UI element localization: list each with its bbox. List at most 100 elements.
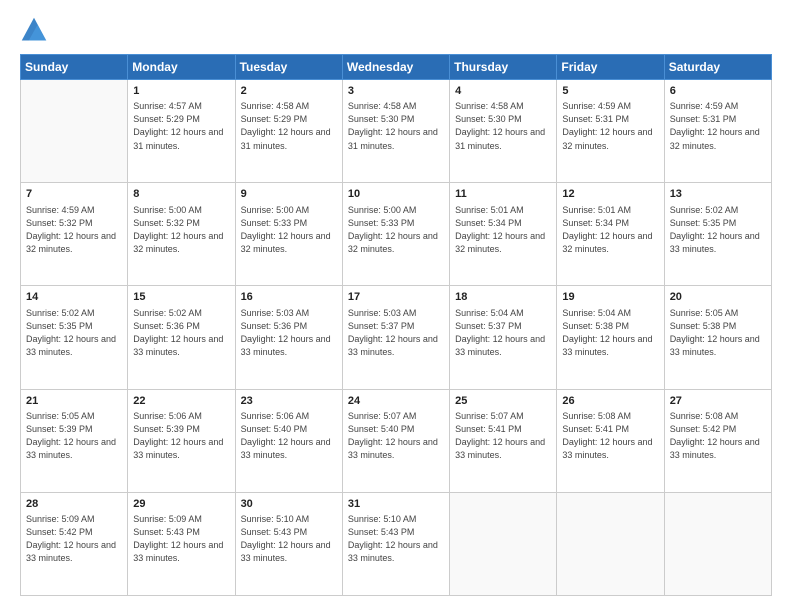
day-info: Sunrise: 5:00 AMSunset: 5:33 PMDaylight:…: [241, 204, 337, 256]
day-info: Sunrise: 5:00 AMSunset: 5:32 PMDaylight:…: [133, 204, 229, 256]
calendar-header-row: SundayMondayTuesdayWednesdayThursdayFrid…: [21, 55, 772, 80]
calendar-week-row: 14Sunrise: 5:02 AMSunset: 5:35 PMDayligh…: [21, 286, 772, 389]
calendar-cell: 22Sunrise: 5:06 AMSunset: 5:39 PMDayligh…: [128, 389, 235, 492]
day-number: 2: [241, 84, 337, 99]
calendar-week-row: 21Sunrise: 5:05 AMSunset: 5:39 PMDayligh…: [21, 389, 772, 492]
day-info: Sunrise: 5:02 AMSunset: 5:36 PMDaylight:…: [133, 307, 229, 359]
weekday-header: Tuesday: [235, 55, 342, 80]
day-number: 18: [455, 290, 551, 305]
calendar-cell: [557, 492, 664, 595]
day-info: Sunrise: 4:59 AMSunset: 5:32 PMDaylight:…: [26, 204, 122, 256]
calendar-cell: 19 Sunrise: 5:04 AMSunset: 5:38 PMDayligh…: [557, 286, 664, 389]
calendar-cell: 7 Sunrise: 4:59 AMSunset: 5:32 PMDaylight…: [21, 183, 128, 286]
day-number: 13: [670, 187, 766, 202]
day-number: 3: [348, 84, 444, 99]
day-info: Sunrise: 5:03 AMSunset: 5:36 PMDaylight:…: [241, 307, 337, 359]
day-number: 17: [348, 290, 444, 305]
day-info: Sunrise: 5:00 AMSunset: 5:33 PMDaylight:…: [348, 204, 444, 256]
day-number: 8: [133, 187, 229, 202]
day-number: 30: [241, 497, 337, 512]
day-info: Sunrise: 4:58 AMSunset: 5:30 PMDaylight:…: [455, 100, 551, 152]
day-info: Sunrise: 5:01 AMSunset: 5:34 PMDaylight:…: [562, 204, 658, 256]
calendar-table: SundayMondayTuesdayWednesdayThursdayFrid…: [20, 54, 772, 596]
weekday-header: Thursday: [450, 55, 557, 80]
day-number: 29: [133, 497, 229, 512]
calendar-cell: 28Sunrise: 5:09 AMSunset: 5:42 PMDayligh…: [21, 492, 128, 595]
calendar-cell: [21, 80, 128, 183]
calendar-cell: 8 Sunrise: 5:00 AMSunset: 5:32 PMDaylight…: [128, 183, 235, 286]
day-number: 4: [455, 84, 551, 99]
day-number: 10: [348, 187, 444, 202]
calendar-cell: 12 Sunrise: 5:01 AMSunset: 5:34 PMDayligh…: [557, 183, 664, 286]
day-info: Sunrise: 5:06 AMSunset: 5:40 PMDaylight:…: [241, 410, 337, 462]
day-number: 6: [670, 84, 766, 99]
day-number: 19: [562, 290, 658, 305]
day-number: 28: [26, 497, 122, 512]
calendar-cell: [664, 492, 771, 595]
day-info: Sunrise: 5:04 AMSunset: 5:37 PMDaylight:…: [455, 307, 551, 359]
day-number: 16: [241, 290, 337, 305]
day-info: Sunrise: 4:59 AMSunset: 5:31 PMDaylight:…: [670, 100, 766, 152]
calendar-cell: 13 Sunrise: 5:02 AMSunset: 5:35 PMDayligh…: [664, 183, 771, 286]
calendar-cell: 2Sunrise: 4:58 AMSunset: 5:29 PMDaylight…: [235, 80, 342, 183]
page-header: [20, 16, 772, 44]
calendar-cell: 25Sunrise: 5:07 AMSunset: 5:41 PMDayligh…: [450, 389, 557, 492]
day-info: Sunrise: 5:10 AMSunset: 5:43 PMDaylight:…: [241, 513, 337, 565]
calendar-week-row: 7 Sunrise: 4:59 AMSunset: 5:32 PMDaylight…: [21, 183, 772, 286]
calendar-cell: 26Sunrise: 5:08 AMSunset: 5:41 PMDayligh…: [557, 389, 664, 492]
day-info: Sunrise: 5:04 AMSunset: 5:38 PMDaylight:…: [562, 307, 658, 359]
day-info: Sunrise: 5:07 AMSunset: 5:40 PMDaylight:…: [348, 410, 444, 462]
day-number: 27: [670, 394, 766, 409]
calendar-cell: 30Sunrise: 5:10 AMSunset: 5:43 PMDayligh…: [235, 492, 342, 595]
day-info: Sunrise: 5:06 AMSunset: 5:39 PMDaylight:…: [133, 410, 229, 462]
day-info: Sunrise: 5:10 AMSunset: 5:43 PMDaylight:…: [348, 513, 444, 565]
day-number: 23: [241, 394, 337, 409]
logo: [20, 16, 52, 44]
weekday-header: Saturday: [664, 55, 771, 80]
weekday-header: Wednesday: [342, 55, 449, 80]
calendar-week-row: 28Sunrise: 5:09 AMSunset: 5:42 PMDayligh…: [21, 492, 772, 595]
calendar-cell: 15Sunrise: 5:02 AMSunset: 5:36 PMDayligh…: [128, 286, 235, 389]
calendar-cell: 31Sunrise: 5:10 AMSunset: 5:43 PMDayligh…: [342, 492, 449, 595]
calendar-cell: 24Sunrise: 5:07 AMSunset: 5:40 PMDayligh…: [342, 389, 449, 492]
calendar-cell: 17Sunrise: 5:03 AMSunset: 5:37 PMDayligh…: [342, 286, 449, 389]
day-number: 9: [241, 187, 337, 202]
calendar-cell: 14Sunrise: 5:02 AMSunset: 5:35 PMDayligh…: [21, 286, 128, 389]
calendar-cell: 16 Sunrise: 5:03 AMSunset: 5:36 PMDayligh…: [235, 286, 342, 389]
day-number: 5: [562, 84, 658, 99]
day-info: Sunrise: 5:01 AMSunset: 5:34 PMDaylight:…: [455, 204, 551, 256]
calendar-cell: 11 Sunrise: 5:01 AMSunset: 5:34 PMDayligh…: [450, 183, 557, 286]
weekday-header: Sunday: [21, 55, 128, 80]
day-info: Sunrise: 4:58 AMSunset: 5:29 PMDaylight:…: [241, 100, 337, 152]
day-info: Sunrise: 5:05 AMSunset: 5:38 PMDaylight:…: [670, 307, 766, 359]
day-number: 14: [26, 290, 122, 305]
calendar-cell: [450, 492, 557, 595]
day-info: Sunrise: 4:58 AMSunset: 5:30 PMDaylight:…: [348, 100, 444, 152]
day-number: 22: [133, 394, 229, 409]
calendar-cell: 21Sunrise: 5:05 AMSunset: 5:39 PMDayligh…: [21, 389, 128, 492]
calendar-cell: 27Sunrise: 5:08 AMSunset: 5:42 PMDayligh…: [664, 389, 771, 492]
day-number: 11: [455, 187, 551, 202]
day-info: Sunrise: 4:57 AMSunset: 5:29 PMDaylight:…: [133, 100, 229, 152]
calendar-cell: 9 Sunrise: 5:00 AMSunset: 5:33 PMDaylight…: [235, 183, 342, 286]
calendar-cell: 4Sunrise: 4:58 AMSunset: 5:30 PMDaylight…: [450, 80, 557, 183]
day-info: Sunrise: 5:02 AMSunset: 5:35 PMDaylight:…: [670, 204, 766, 256]
day-number: 1: [133, 84, 229, 99]
calendar-cell: 3Sunrise: 4:58 AMSunset: 5:30 PMDaylight…: [342, 80, 449, 183]
day-number: 26: [562, 394, 658, 409]
day-number: 12: [562, 187, 658, 202]
weekday-header: Friday: [557, 55, 664, 80]
day-info: Sunrise: 5:08 AMSunset: 5:42 PMDaylight:…: [670, 410, 766, 462]
calendar-cell: 18 Sunrise: 5:04 AMSunset: 5:37 PMDayligh…: [450, 286, 557, 389]
day-number: 7: [26, 187, 122, 202]
calendar-cell: 29Sunrise: 5:09 AMSunset: 5:43 PMDayligh…: [128, 492, 235, 595]
calendar-cell: 10 Sunrise: 5:00 AMSunset: 5:33 PMDayligh…: [342, 183, 449, 286]
day-info: Sunrise: 5:05 AMSunset: 5:39 PMDaylight:…: [26, 410, 122, 462]
day-info: Sunrise: 4:59 AMSunset: 5:31 PMDaylight:…: [562, 100, 658, 152]
day-info: Sunrise: 5:07 AMSunset: 5:41 PMDaylight:…: [455, 410, 551, 462]
calendar-cell: 1Sunrise: 4:57 AMSunset: 5:29 PMDaylight…: [128, 80, 235, 183]
day-info: Sunrise: 5:08 AMSunset: 5:41 PMDaylight:…: [562, 410, 658, 462]
calendar-cell: 5Sunrise: 4:59 AMSunset: 5:31 PMDaylight…: [557, 80, 664, 183]
calendar-cell: 23Sunrise: 5:06 AMSunset: 5:40 PMDayligh…: [235, 389, 342, 492]
day-number: 20: [670, 290, 766, 305]
